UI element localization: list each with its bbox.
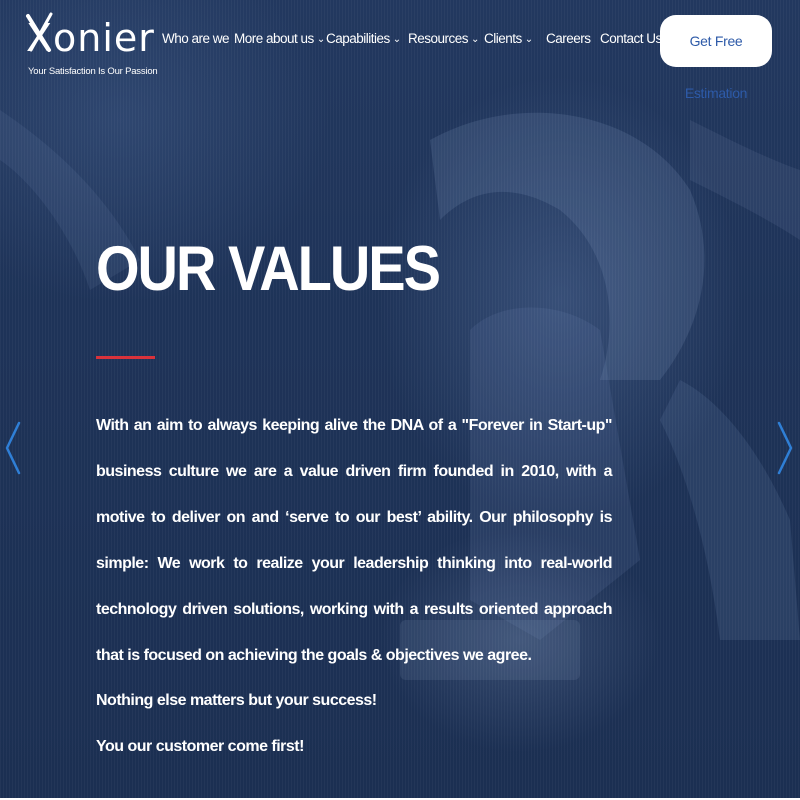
chevron-right-icon[interactable] <box>774 420 796 476</box>
chevron-down-icon: ⌄ <box>316 34 325 45</box>
chevron-down-icon: ⌄ <box>471 34 479 45</box>
accent-divider <box>96 356 155 359</box>
logo-tagline: Your Satisfaction Is Our Passion <box>28 66 158 77</box>
values-paragraph: With an aim to always keeping alive the … <box>96 417 613 664</box>
page-title: OUR VALUES <box>96 233 441 304</box>
get-free-estimation-button[interactable]: Get Free Estimation <box>660 15 772 101</box>
logo[interactable]: Xonier Your Satisfaction Is Our Passion <box>26 12 158 78</box>
chevron-down-icon: ⌄ <box>524 34 533 45</box>
nav-label: Contact Us <box>600 31 662 46</box>
nav-resources[interactable]: Resources ⌄ <box>408 28 479 51</box>
hero-section: Xonier Your Satisfaction Is Our Passion … <box>0 0 800 798</box>
nav-label: Who are we <box>162 31 230 46</box>
nav-label: Clients <box>484 31 522 46</box>
nav-more-about-us[interactable]: More about us ⌄ <box>234 28 325 51</box>
nav-clients[interactable]: Clients ⌄ <box>484 28 533 51</box>
nav-capabilities[interactable]: Capabilities ⌄ <box>326 28 401 51</box>
nav-label: Careers <box>546 31 591 46</box>
nav-label: Resources <box>408 31 469 46</box>
nav-careers[interactable]: Careers <box>546 28 591 50</box>
chevron-down-icon: ⌄ <box>392 34 401 45</box>
nav-label: Capabilities <box>326 31 390 46</box>
nav-label: More about us <box>234 31 314 46</box>
nav-who-are-we[interactable]: Who are we <box>162 28 230 50</box>
logo-text: Xonier <box>26 16 155 60</box>
chevron-left-icon[interactable] <box>2 420 24 476</box>
success-line: Nothing else matters but your success! <box>96 692 377 709</box>
customer-first-line: You our customer come first! <box>96 738 304 755</box>
nav-contact-us[interactable]: Contact Us <box>600 28 662 50</box>
